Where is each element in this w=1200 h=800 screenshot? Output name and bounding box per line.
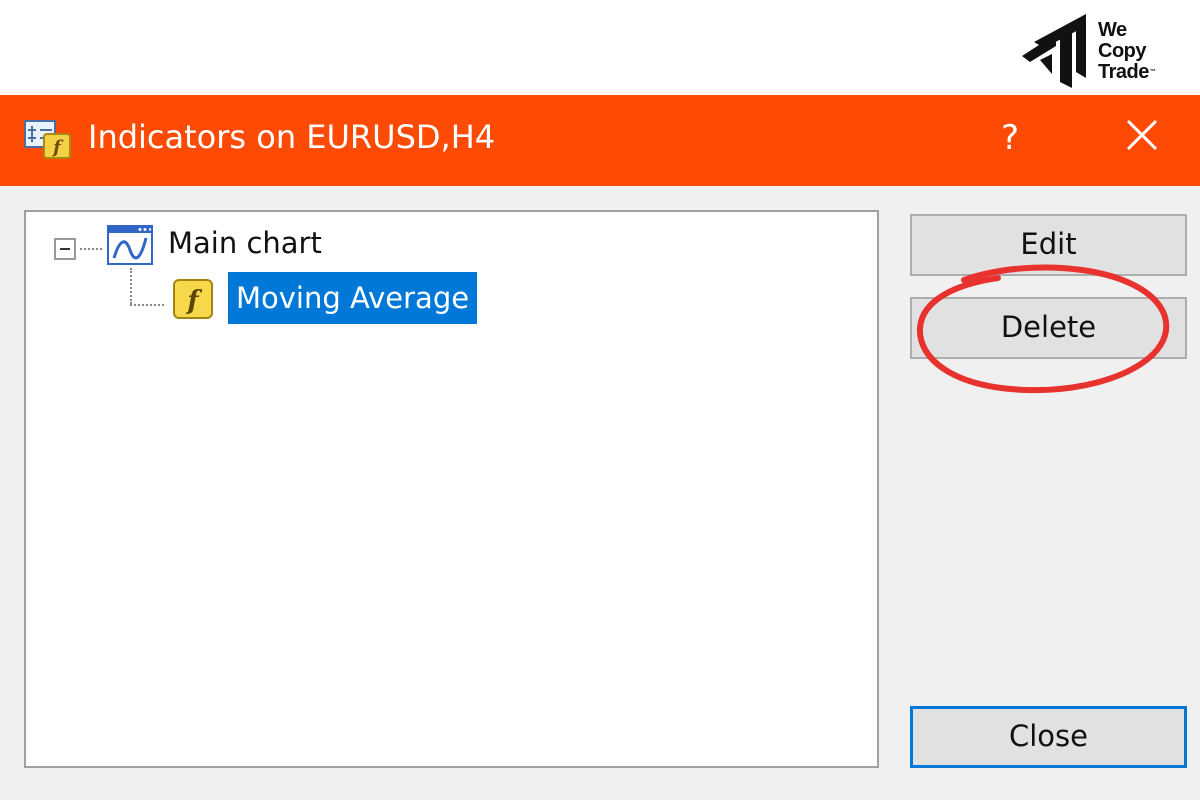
delete-button[interactable]: Delete	[910, 297, 1187, 359]
tree-node-label: Main chart	[168, 226, 322, 260]
brand-line-2: Copy	[1098, 40, 1147, 62]
tree-connector	[80, 248, 102, 250]
dialog-title: Indicators on EURUSD,H4	[88, 118, 496, 156]
tree-node-moving-average[interactable]: Moving Average	[228, 272, 478, 324]
edit-button[interactable]: Edit	[910, 214, 1187, 276]
brand-line-3: Trade	[1098, 61, 1149, 83]
chart-window-icon	[106, 224, 154, 266]
tree-connector-horizontal	[130, 304, 164, 306]
dialog-titlebar: f Indicators on EURUSD,H4 ?	[0, 95, 1200, 186]
help-button[interactable]: ?	[988, 113, 1032, 163]
brand-header: We Copy Trade™	[0, 0, 1200, 95]
dialog-body: Main chart f Moving Average Edit Delete …	[0, 186, 1200, 800]
close-button[interactable]: Close	[910, 706, 1187, 768]
tree-connector-vertical	[130, 268, 132, 304]
collapse-toggle[interactable]	[54, 238, 76, 260]
brand-wordmark: We Copy Trade™	[1098, 19, 1156, 83]
indicator-list-icon: f	[24, 120, 72, 160]
close-icon	[1126, 119, 1158, 151]
trademark-symbol: ™	[1149, 69, 1156, 75]
indicator-tree[interactable]: Main chart f Moving Average	[24, 210, 879, 768]
wecopytrade-logo: We Copy Trade™	[1020, 12, 1192, 88]
function-icon: f	[172, 278, 214, 320]
brand-mark-icon	[1022, 14, 1086, 88]
close-window-button[interactable]	[1122, 115, 1162, 155]
brand-line-1: We	[1098, 19, 1127, 41]
